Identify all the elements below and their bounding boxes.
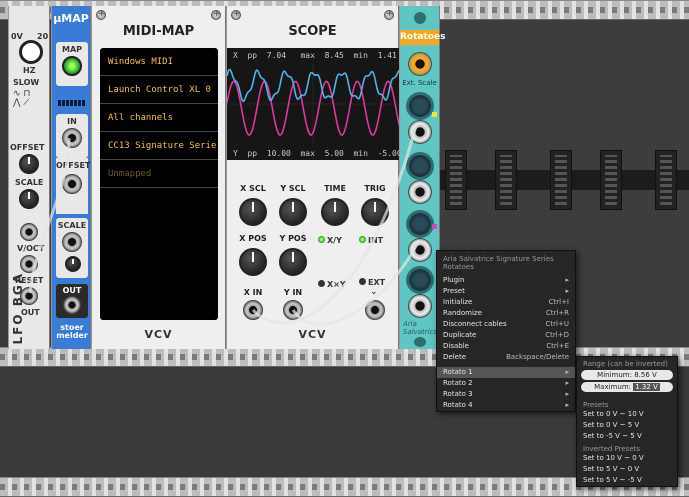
- preset-0-10[interactable]: Set to 0 V ~ 10 V: [577, 409, 677, 420]
- context-menu-header: Aria Salvatrice Signature Series Rotatoe…: [443, 255, 554, 271]
- rotato-submenu: Range (can be inverted) Minimum: 8.56 V …: [576, 356, 678, 487]
- menu-item-plugin[interactable]: Plugin ▸: [437, 275, 575, 286]
- minimum-field[interactable]: Minimum: 8.56 V: [581, 370, 673, 380]
- inverted-preset-5-0[interactable]: Set to 5 V ~ 0 V: [577, 464, 677, 475]
- range-header: Range (can be inverted): [583, 360, 668, 368]
- preset-0-5[interactable]: Set to 0 V ~ 5 V: [577, 420, 677, 431]
- inverted-preset-10-0[interactable]: Set to 10 V ~ 0 V: [577, 453, 677, 464]
- rack: 0V 20 HZ SLOW ∿ ⊓ ⋀ ⟋ OFFSET SCALE V/OCT …: [0, 0, 689, 497]
- menu-item-rotato-4[interactable]: Rotato 4 ▸: [437, 400, 575, 411]
- module-context-menu: Aria Salvatrice Signature Series Rotatoe…: [436, 250, 576, 412]
- menu-item-initialize[interactable]: Initialize Ctrl+I: [437, 297, 575, 308]
- preset-neg5-5[interactable]: Set to -5 V ~ 5 V: [577, 431, 677, 442]
- menu-item-disable[interactable]: Disable Ctrl+E: [437, 341, 575, 352]
- menu-item-rotato-2[interactable]: Rotato 2 ▸: [437, 378, 575, 389]
- presets-header: Presets: [583, 401, 609, 409]
- inverted-presets-header: Inverted Presets: [583, 445, 641, 453]
- menu-item-preset[interactable]: Preset ▸: [437, 286, 575, 297]
- maximum-field[interactable]: Maximum: 1.32 V: [581, 382, 673, 392]
- menu-item-randomize[interactable]: Randomize Ctrl+R: [437, 308, 575, 319]
- menu-item-delete[interactable]: Delete Backspace/Delete: [437, 352, 575, 363]
- menu-item-rotato-1[interactable]: Rotato 1 ▸: [437, 367, 575, 378]
- menu-item-disconnect-cables[interactable]: Disconnect cables Ctrl+U: [437, 319, 575, 330]
- menu-item-rotato-3[interactable]: Rotato 3 ▸: [437, 389, 575, 400]
- menu-item-duplicate[interactable]: Duplicate Ctrl+D: [437, 330, 575, 341]
- inverted-preset-5-neg5[interactable]: Set to 5 V ~ -5 V: [577, 475, 677, 486]
